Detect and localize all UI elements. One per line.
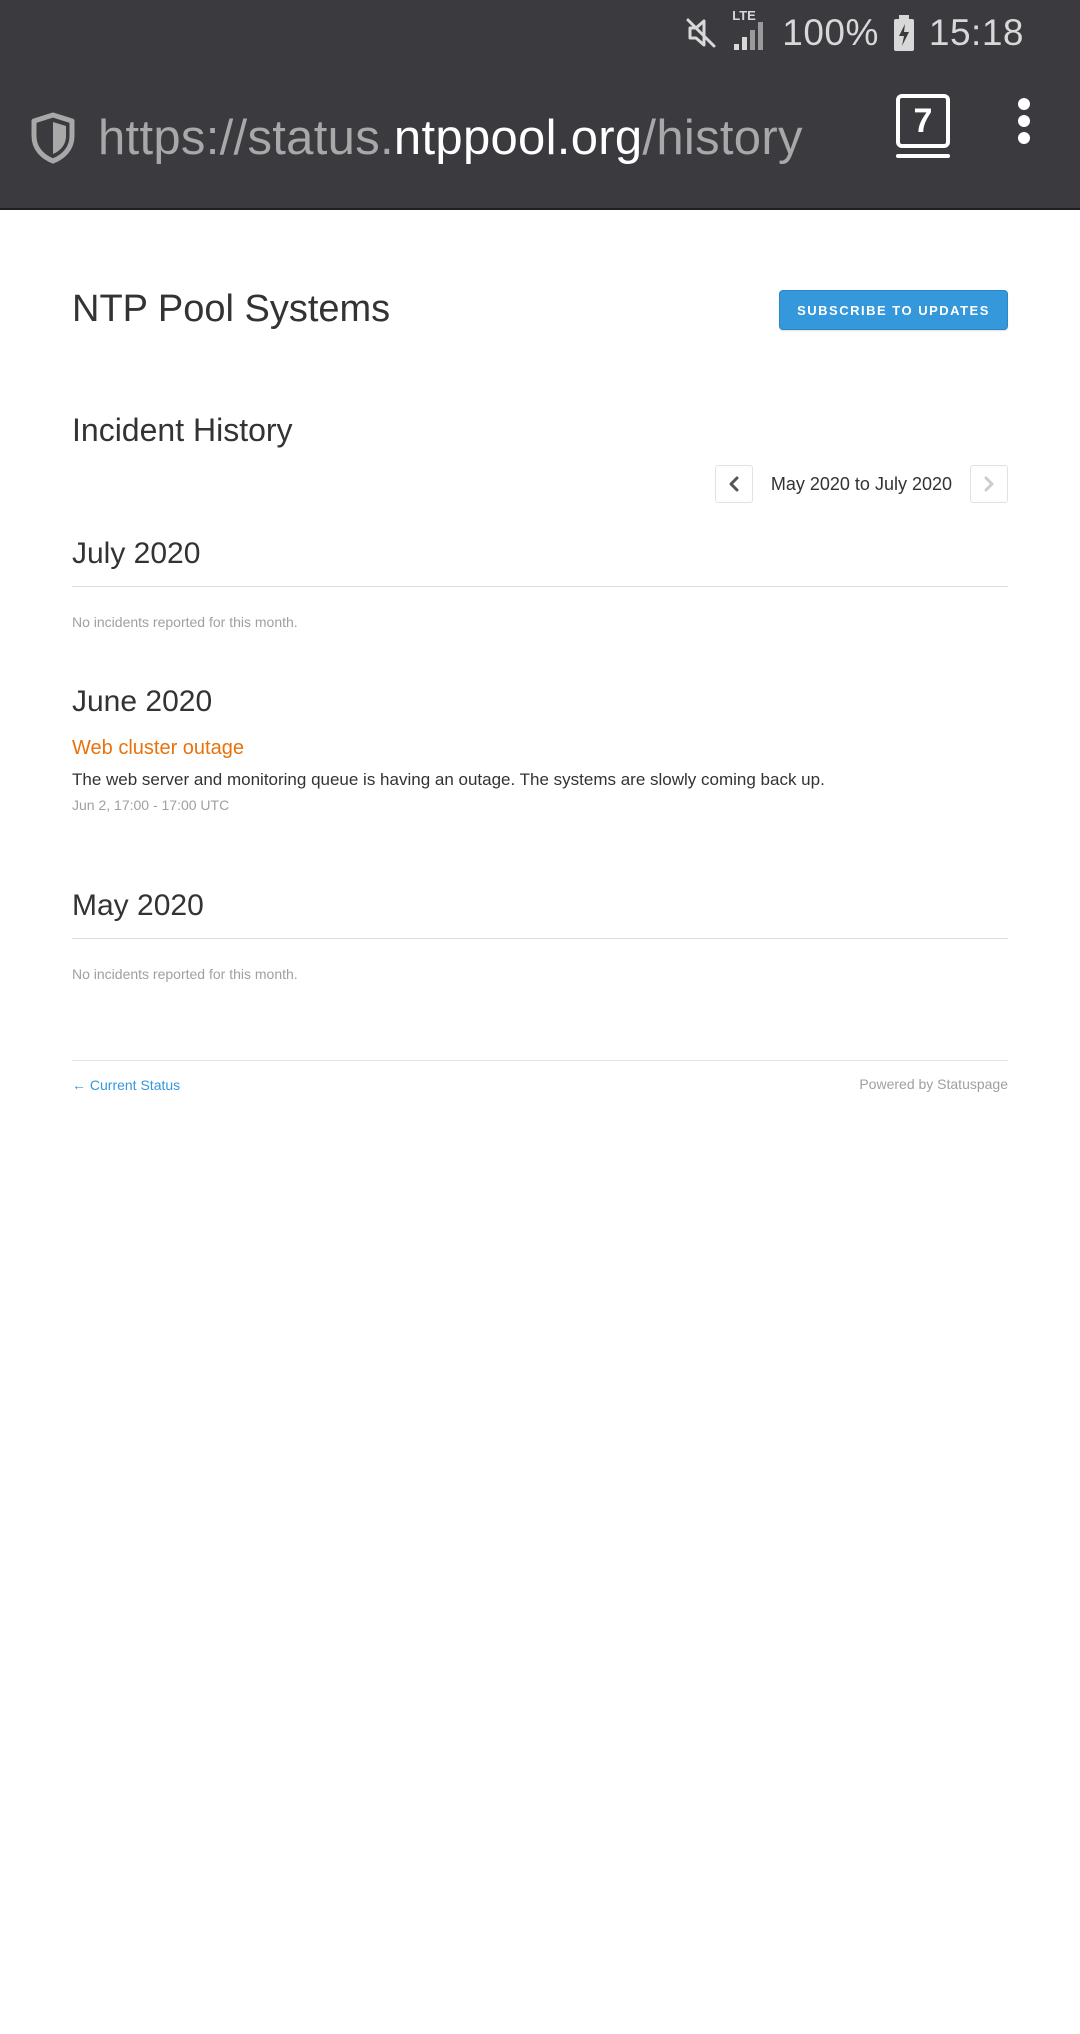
url-text[interactable]: https://status.ntppool.org/history: [98, 110, 803, 166]
tab-count: 7: [913, 102, 933, 140]
tabs-icon: 7: [896, 94, 950, 148]
incident-timestamp: Jun 2, 17:00 - 17:00 UTC: [72, 797, 230, 813]
tabs-button[interactable]: 7: [896, 94, 950, 158]
url-prefix: https://status.: [98, 111, 394, 165]
battery-percent: 100%: [782, 12, 879, 53]
url-path: /history: [642, 111, 803, 165]
date-range-pager: May 2020 to July 2020: [714, 464, 1008, 504]
menu-dot: [1018, 98, 1030, 110]
next-range-button[interactable]: [970, 465, 1008, 503]
incident-description: The web server and monitoring queue is h…: [72, 770, 825, 789]
month-title: May 2020: [72, 889, 204, 922]
incident-history-title: Incident History: [72, 412, 293, 448]
address-bar[interactable]: https://status.ntppool.org/history 7: [30, 94, 1050, 176]
signal-icon: LTE: [732, 8, 768, 52]
page-footer: ← Current Status Powered by Statuspage: [72, 1060, 1008, 1093]
month-title: July 2020: [72, 537, 201, 570]
chevron-right-icon: [984, 476, 994, 492]
network-type-label: LTE: [732, 8, 756, 23]
status-bar: LTE 100% 15:18: [684, 8, 1024, 58]
menu-dot: [1018, 132, 1030, 144]
browser-chrome: LTE 100% 15:18 https://status.ntppool.or…: [0, 0, 1080, 210]
clock: 15:18: [928, 12, 1024, 53]
no-incidents-text: No incidents reported for this month.: [72, 966, 298, 982]
date-range-label: May 2020 to July 2020: [770, 473, 952, 494]
incident-link[interactable]: Web cluster outage: [72, 737, 244, 760]
current-status-link[interactable]: ← Current Status: [72, 1077, 180, 1093]
no-incidents-text: No incidents reported for this month.: [72, 614, 298, 630]
chevron-left-icon: [729, 476, 739, 492]
battery-charging-icon: [893, 14, 915, 52]
menu-dot: [1018, 115, 1030, 127]
url-host: ntppool.org: [393, 111, 643, 165]
mute-icon: [684, 16, 718, 50]
overflow-menu-icon[interactable]: [1014, 98, 1034, 144]
month-section: July 2020 No incidents reported for this…: [72, 534, 1008, 630]
divider: [72, 938, 1008, 939]
page-title[interactable]: NTP Pool Systems: [72, 288, 390, 331]
shield-icon[interactable]: [30, 111, 80, 165]
divider: [72, 586, 1008, 587]
subscribe-button[interactable]: SUBSCRIBE TO UPDATES: [779, 290, 1008, 330]
month-section: June 2020 Web cluster outage The web ser…: [72, 682, 1008, 813]
tabs-underline: [896, 154, 950, 158]
previous-range-button[interactable]: [714, 465, 753, 503]
month-section: May 2020 No incidents reported for this …: [72, 886, 1008, 982]
powered-by-link[interactable]: Powered by Statuspage: [859, 1076, 1008, 1092]
month-title: June 2020: [72, 685, 213, 718]
